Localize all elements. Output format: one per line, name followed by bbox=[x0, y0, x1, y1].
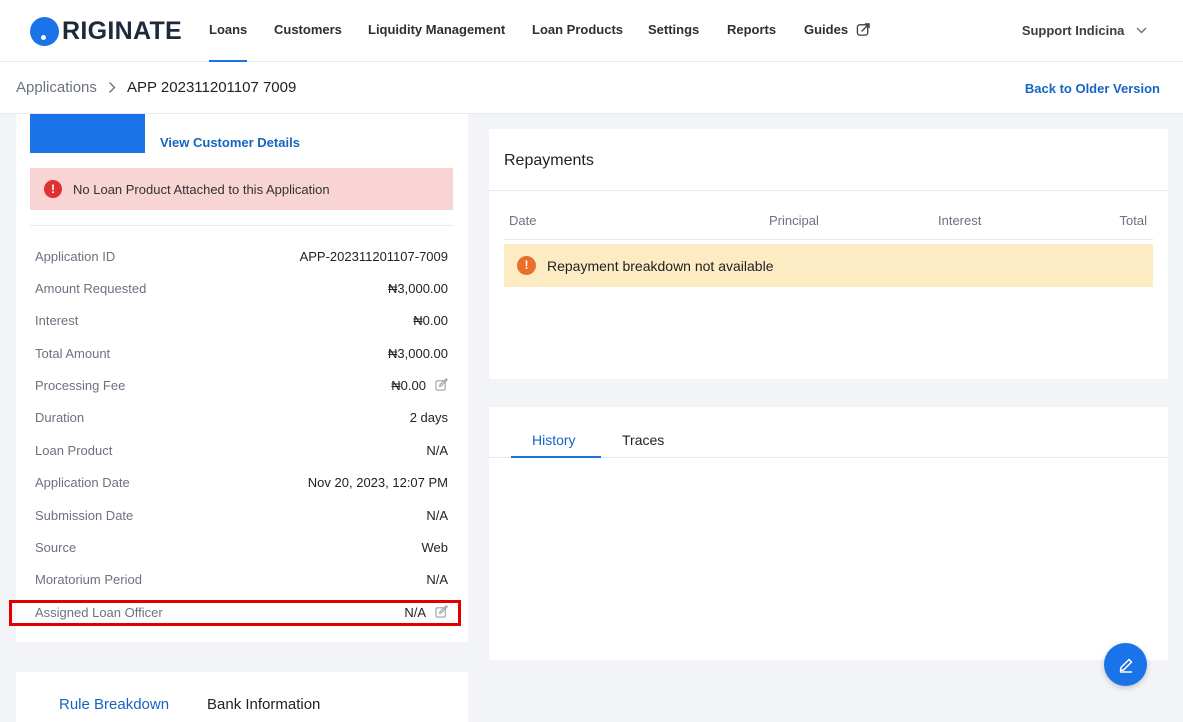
detail-value: ₦3,000.00 bbox=[388, 346, 448, 361]
detail-value: APP-202311201107-7009 bbox=[299, 249, 448, 264]
no-loan-product-alert-text: No Loan Product Attached to this Applica… bbox=[73, 181, 330, 197]
no-loan-product-alert: ! No Loan Product Attached to this Appli… bbox=[30, 168, 453, 210]
detail-label: Moratorium Period bbox=[35, 572, 142, 587]
detail-row-application-id: Application ID APP-202311201107-7009 bbox=[35, 249, 448, 269]
detail-row-application-date: Application Date Nov 20, 2023, 12:07 PM bbox=[35, 475, 448, 495]
detail-label: Application Date bbox=[35, 475, 130, 490]
detail-label: Loan Product bbox=[35, 443, 113, 458]
divider bbox=[504, 239, 1153, 240]
detail-label: Interest bbox=[35, 313, 79, 328]
brand-logo[interactable]: RIGINATE bbox=[30, 16, 182, 46]
nav-item-settings[interactable]: Settings bbox=[648, 0, 699, 62]
column-header-interest: Interest bbox=[938, 213, 982, 228]
tab-bank-information[interactable]: Bank Information bbox=[207, 696, 320, 713]
rule-bank-tabs-card: Rule Breakdown Bank Information bbox=[16, 672, 468, 722]
user-menu[interactable]: Support Indicina bbox=[1022, 0, 1147, 62]
repayment-unavailable-text: Repayment breakdown not available bbox=[547, 257, 774, 274]
repayments-title: Repayments bbox=[504, 152, 594, 169]
detail-value: Web bbox=[421, 540, 449, 555]
view-customer-details-link[interactable]: View Customer Details bbox=[160, 135, 300, 150]
detail-label: Submission Date bbox=[35, 508, 134, 523]
divider bbox=[30, 225, 453, 226]
error-icon: ! bbox=[44, 180, 62, 198]
column-header-principal: Principal bbox=[769, 213, 819, 228]
divider bbox=[489, 190, 1168, 191]
external-link-icon bbox=[856, 22, 870, 36]
nav-item-guides[interactable]: Guides bbox=[804, 0, 871, 62]
tab-rule-breakdown[interactable]: Rule Breakdown bbox=[59, 696, 169, 713]
tab-traces[interactable]: Traces bbox=[622, 432, 664, 448]
repayments-card: Repayments Date Principal Interest Total… bbox=[489, 129, 1168, 379]
customer-avatar-block bbox=[30, 114, 145, 153]
detail-row-moratorium-period: Moratorium Period N/A bbox=[35, 572, 448, 592]
pencil-icon bbox=[1119, 657, 1133, 673]
logo-mark-icon bbox=[30, 16, 59, 46]
back-to-older-version-link[interactable]: Back to Older Version bbox=[1025, 81, 1160, 96]
detail-label: Amount Requested bbox=[35, 281, 147, 296]
history-card: History Traces bbox=[489, 407, 1168, 660]
edit-processing-fee-icon[interactable] bbox=[435, 378, 448, 391]
detail-row-source: Source Web bbox=[35, 540, 448, 560]
logo-text: RIGINATE bbox=[62, 16, 182, 45]
detail-value: 2 days bbox=[409, 410, 448, 425]
application-details-card: View Customer Details ! No Loan Product … bbox=[16, 114, 468, 642]
detail-row-submission-date: Submission Date N/A bbox=[35, 508, 448, 528]
detail-label: Total Amount bbox=[35, 346, 111, 361]
nav-item-loans[interactable]: Loans bbox=[209, 0, 248, 62]
breadcrumb: Applications APP 202311201107 7009 Back … bbox=[0, 62, 1183, 114]
column-header-date: Date bbox=[509, 213, 537, 228]
warning-icon: ! bbox=[517, 256, 536, 275]
top-navbar: RIGINATE Loans Customers Liquidity Manag… bbox=[0, 0, 1183, 62]
detail-value: N/A bbox=[426, 443, 448, 458]
detail-value: N/A bbox=[426, 508, 448, 523]
detail-value: ₦0.00 bbox=[413, 313, 448, 328]
assigned-loan-officer-highlight bbox=[9, 600, 461, 626]
nav-item-liquidity-management[interactable]: Liquidity Management bbox=[368, 0, 505, 62]
detail-value: ₦0.00 bbox=[391, 378, 426, 393]
detail-label: Application ID bbox=[35, 249, 116, 264]
chevron-right-icon bbox=[109, 82, 116, 93]
tab-history[interactable]: History bbox=[532, 432, 576, 448]
detail-row-loan-product: Loan Product N/A bbox=[35, 443, 448, 463]
repayment-unavailable-alert: ! Repayment breakdown not available bbox=[504, 244, 1153, 287]
breadcrumb-current-application: APP 202311201107 7009 bbox=[127, 79, 297, 96]
detail-value: ₦3,000.00 bbox=[388, 281, 448, 296]
detail-value: N/A bbox=[426, 572, 448, 587]
chevron-down-icon bbox=[1136, 27, 1147, 34]
nav-item-customers[interactable]: Customers bbox=[274, 0, 342, 62]
detail-row-duration: Duration 2 days bbox=[35, 410, 448, 430]
detail-value: Nov 20, 2023, 12:07 PM bbox=[307, 475, 448, 490]
detail-label: Source bbox=[35, 540, 77, 555]
nav-item-loan-products[interactable]: Loan Products bbox=[532, 0, 623, 62]
detail-row-amount-requested: Amount Requested ₦3,000.00 bbox=[35, 281, 448, 301]
nav-item-guides-label: Guides bbox=[804, 22, 849, 37]
detail-label: Duration bbox=[35, 410, 85, 425]
detail-label: Processing Fee bbox=[35, 378, 126, 393]
user-name: Support Indicina bbox=[1021, 23, 1125, 38]
detail-row-interest: Interest ₦0.00 bbox=[35, 313, 448, 333]
detail-row-total-amount: Total Amount ₦3,000.00 bbox=[35, 346, 448, 366]
breadcrumb-applications-link[interactable]: Applications bbox=[16, 79, 97, 96]
nav-item-reports[interactable]: Reports bbox=[727, 0, 776, 62]
detail-row-processing-fee: Processing Fee ₦0.00 bbox=[35, 378, 448, 398]
column-header-total: Total bbox=[1119, 213, 1147, 228]
floating-edit-button[interactable] bbox=[1104, 643, 1147, 686]
active-tab-indicator bbox=[511, 456, 601, 458]
